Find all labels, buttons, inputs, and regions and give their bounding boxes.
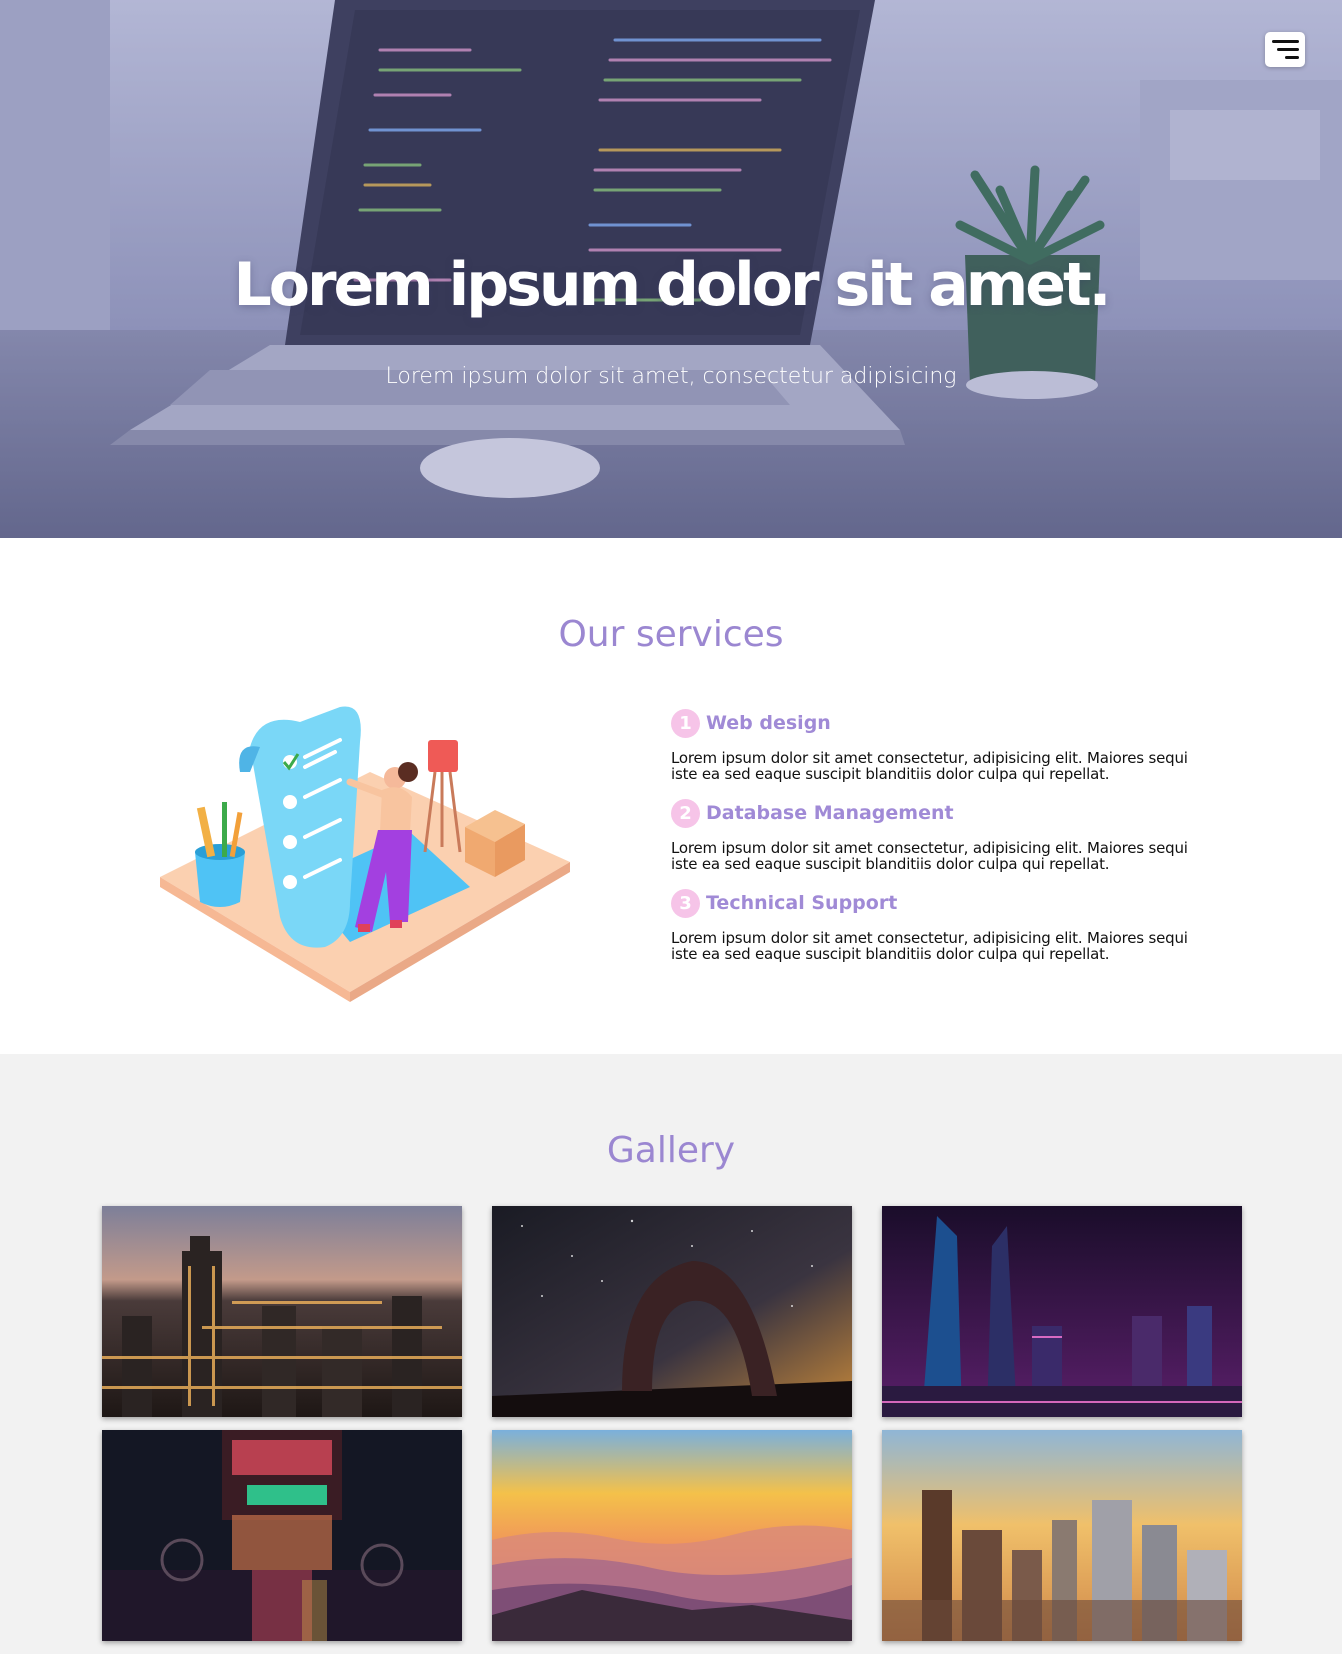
service-description: Lorem ipsum dolor sit amet consectetur, … [671,749,1188,783]
hero-subtitle: Lorem ipsum dolor sit amet, consectetur … [385,364,957,389]
service-item-web-design: 1 Web design Lorem ipsum dolor sit amet … [671,708,1211,782]
hero-title: Lorem ipsum dolor sit amet. [233,250,1112,320]
gallery-image-rainy-neon-street[interactable] [102,1430,462,1641]
gallery-title: Gallery [606,1130,736,1171]
service-name: Database Management [706,802,954,824]
service-name: Web design [706,712,831,734]
gallery-section: Gallery [0,1054,1342,1654]
service-description: Lorem ipsum dolor sit amet consectetur, … [671,929,1188,963]
hamburger-menu-icon [1272,40,1299,59]
gallery-image-city-night-skyline[interactable] [102,1206,462,1417]
service-number-badge: 3 [671,888,700,918]
services-list: 1 Web design Lorem ipsum dolor sit amet … [671,708,1211,978]
menu-button[interactable] [1265,32,1305,67]
service-name: Technical Support [706,892,898,914]
services-section: Our services 1 Web design Lorem ipsum do… [0,538,1342,1054]
service-item-database-management: 2 Database Management Lorem ipsum dolor … [671,798,1211,872]
service-number-badge: 1 [671,708,700,738]
gallery-image-starry-rock-arch[interactable] [492,1206,852,1417]
gallery-image-city-sunset-towers[interactable] [882,1430,1242,1641]
services-title: Our services [558,614,784,655]
gallery-image-neon-skyscrapers[interactable] [882,1206,1242,1417]
gallery-image-sunset-mountains[interactable] [492,1430,852,1641]
service-item-technical-support: 3 Technical Support Lorem ipsum dolor si… [671,888,1211,962]
checklist-illustration [160,706,570,1002]
service-description: Lorem ipsum dolor sit amet consectetur, … [671,839,1188,873]
service-number-badge: 2 [671,798,700,828]
hero-section: Lorem ipsum dolor sit amet. Lorem ipsum … [0,0,1342,538]
